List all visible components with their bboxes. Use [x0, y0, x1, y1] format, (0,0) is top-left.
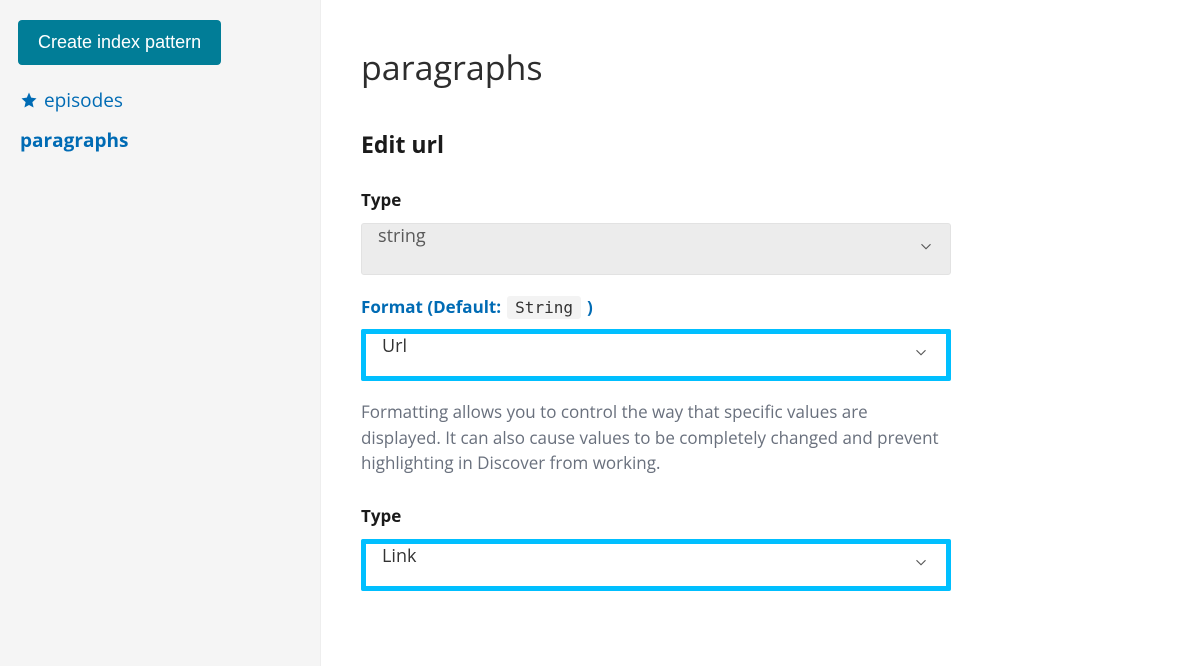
format-label: Format (Default: String ) [361, 295, 1160, 319]
format-label-prefix: Format (Default: [361, 295, 501, 318]
page-title: paragraphs [361, 44, 1160, 90]
index-pattern-list: episodes paragraphs [16, 87, 304, 153]
main-panel: paragraphs Edit url Type string Format (… [320, 0, 1200, 666]
type-select-wrap: string [361, 223, 951, 275]
format-field-block: Format (Default: String ) Url Formatting… [361, 295, 1160, 476]
format-label-suffix: ) [587, 295, 593, 318]
type-label: Type [361, 188, 1160, 211]
sidebar-item-paragraphs[interactable]: paragraphs [20, 127, 304, 153]
format-default-code: String [507, 296, 581, 319]
format-select-wrap: Url [361, 329, 951, 381]
subtype-label: Type [361, 504, 1160, 527]
type-field-block: Type string [361, 188, 1160, 275]
format-help-text: Formatting allows you to control the way… [361, 399, 941, 476]
section-title: Edit url [361, 128, 1160, 160]
format-select[interactable]: Url [366, 334, 946, 376]
subtype-field-block: Type Link [361, 504, 1160, 591]
sidebar-item-episodes[interactable]: episodes [20, 87, 304, 113]
subtype-select[interactable]: Link [366, 544, 946, 586]
star-icon [20, 91, 38, 109]
sidebar: Create index pattern episodes paragraphs [0, 0, 320, 666]
sidebar-item-label: paragraphs [20, 127, 128, 153]
subtype-select-wrap: Link [361, 539, 951, 591]
type-select[interactable]: string [361, 223, 951, 275]
sidebar-item-label: episodes [44, 87, 123, 113]
create-index-pattern-button[interactable]: Create index pattern [18, 20, 221, 65]
